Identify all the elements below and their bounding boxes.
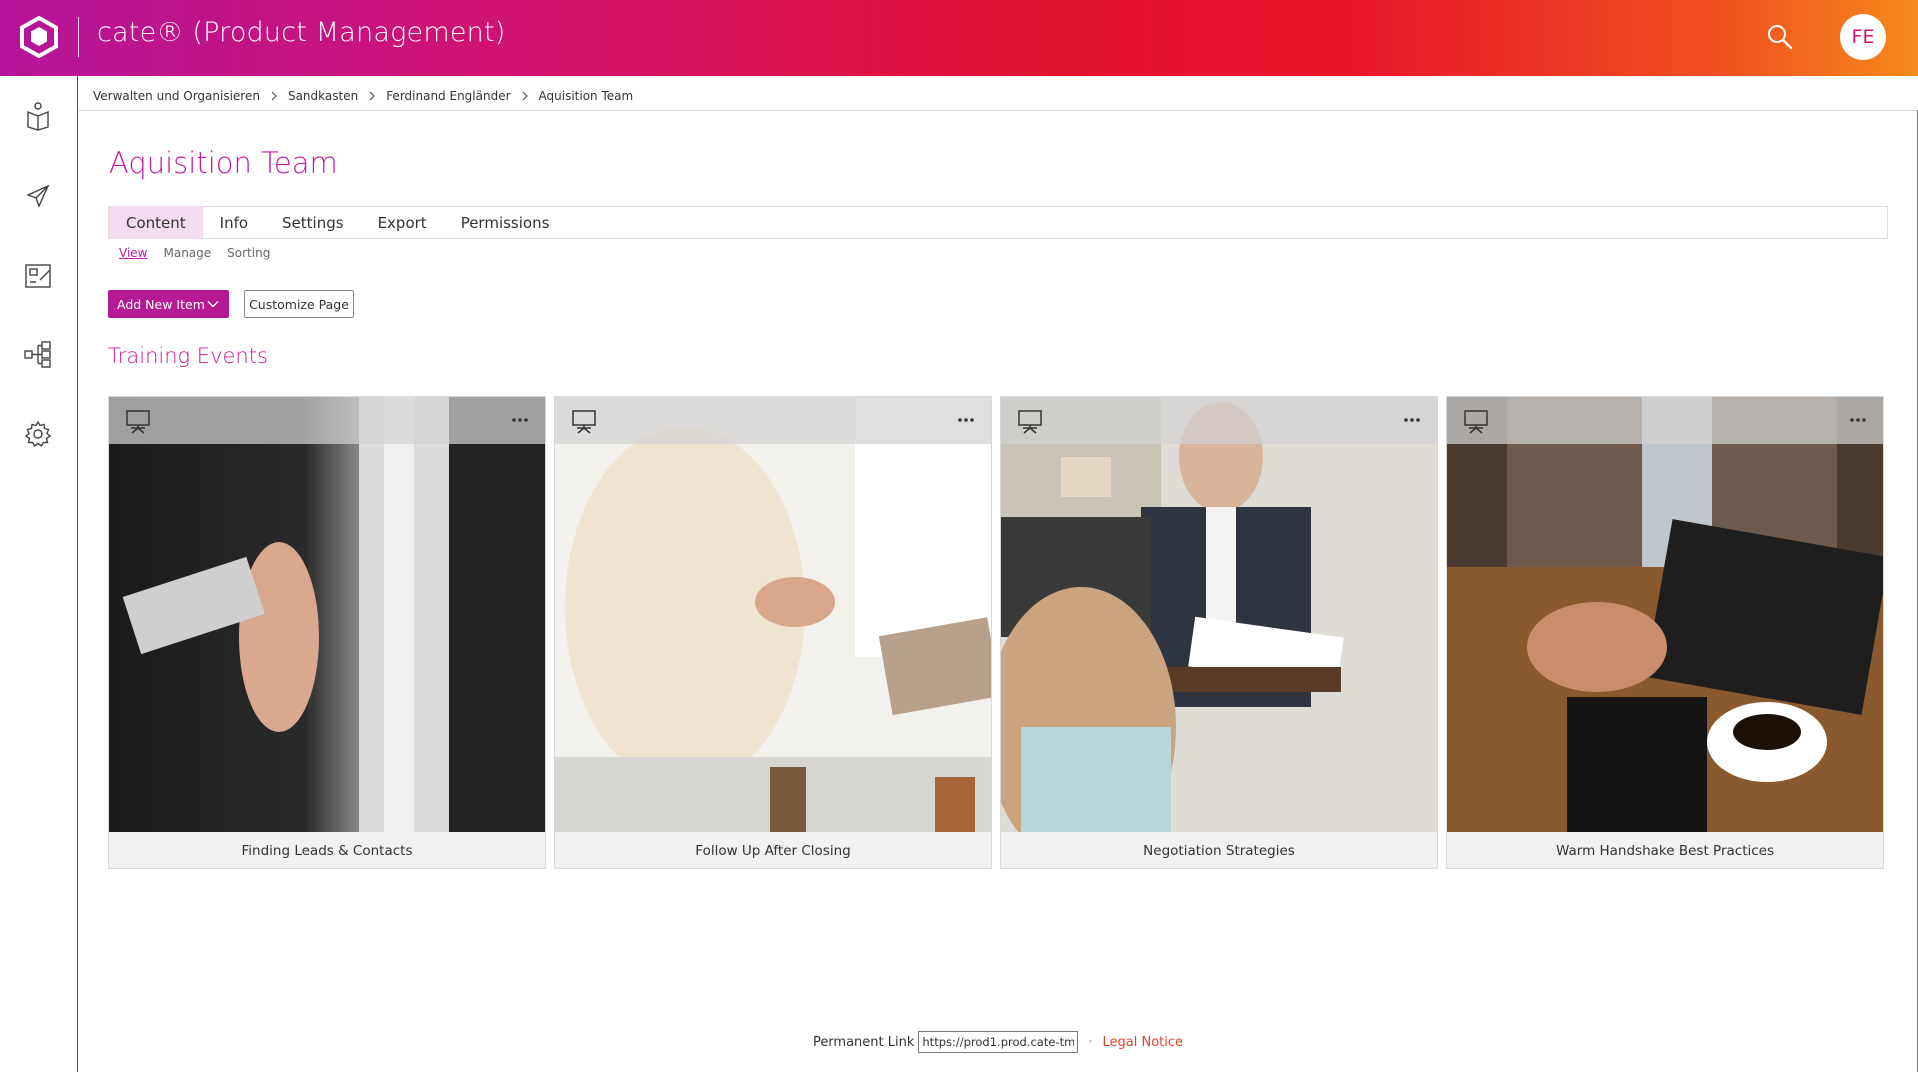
search-icon[interactable] <box>1763 20 1797 54</box>
footer-separator: · <box>1088 1034 1093 1050</box>
card-image <box>109 397 545 832</box>
chevron-right-icon <box>367 91 377 101</box>
training-card[interactable]: Follow Up After Closing <box>554 396 992 869</box>
tab-info[interactable]: Info <box>203 206 265 239</box>
training-card[interactable]: Negotiation Strategies <box>1000 396 1438 869</box>
training-card[interactable]: Finding Leads & Contacts <box>108 396 546 869</box>
legal-notice-link[interactable]: Legal Notice <box>1103 1035 1184 1050</box>
add-new-item-label: Add New Item <box>117 296 205 312</box>
presentation-icon <box>125 409 151 435</box>
card-image <box>1001 397 1437 832</box>
footer: Permanent Link · Legal Notice <box>78 1031 1918 1053</box>
cate-logo-icon[interactable] <box>18 15 60 59</box>
subtab-sorting[interactable]: Sorting <box>227 246 270 260</box>
card-title: Negotiation Strategies <box>1001 832 1437 868</box>
card-header <box>555 397 991 444</box>
card-image <box>555 397 991 832</box>
tab-export[interactable]: Export <box>361 206 444 239</box>
tab-content[interactable]: Content <box>109 206 203 239</box>
page-title: Aquisition Team <box>109 146 338 180</box>
more-options-icon[interactable] <box>1401 411 1423 429</box>
user-avatar[interactable]: FE <box>1840 14 1886 60</box>
card-header <box>109 397 545 444</box>
card-title: Follow Up After Closing <box>555 832 991 868</box>
customize-page-button[interactable]: Customize Page <box>244 290 354 318</box>
card-image <box>1447 397 1883 832</box>
breadcrumb: Verwalten und Organisieren Sandkasten Fe… <box>93 86 633 106</box>
add-new-item-button[interactable]: Add New Item <box>108 290 229 318</box>
top-bar: cate® (Product Management) FE <box>0 0 1918 76</box>
brand-divider <box>78 17 79 57</box>
more-options-icon[interactable] <box>955 411 977 429</box>
presentation-icon <box>1017 409 1043 435</box>
subtab-manage[interactable]: Manage <box>163 246 211 260</box>
card-header <box>1001 397 1437 444</box>
breadcrumb-current: Aquisition Team <box>538 89 634 103</box>
more-options-icon[interactable] <box>1847 411 1869 429</box>
tab-bar: Content Info Settings Export Permissions <box>108 206 1888 239</box>
presentation-icon <box>571 409 597 435</box>
section-title: Training Events <box>108 344 268 368</box>
more-options-icon[interactable] <box>509 411 531 429</box>
permalink-label: Permanent Link <box>812 1034 915 1050</box>
presentation-icon <box>1463 409 1489 435</box>
card-header <box>1447 397 1883 444</box>
structure-icon[interactable] <box>22 338 54 370</box>
app-title: cate® (Product Management) <box>97 17 506 48</box>
permalink-field[interactable] <box>918 1031 1079 1053</box>
training-card[interactable]: Warm Handshake Best Practices <box>1446 396 1884 869</box>
assign-icon[interactable] <box>22 260 54 292</box>
breadcrumb-item[interactable]: Sandkasten <box>288 89 358 103</box>
send-icon[interactable] <box>22 180 54 212</box>
card-title: Finding Leads & Contacts <box>109 832 545 868</box>
card-title: Warm Handshake Best Practices <box>1447 832 1883 868</box>
subtab-bar: View Manage Sorting <box>119 246 270 260</box>
breadcrumb-item[interactable]: Ferdinand Engländer <box>386 89 510 103</box>
tab-settings[interactable]: Settings <box>265 206 361 239</box>
subtab-view[interactable]: View <box>119 246 147 260</box>
chevron-right-icon <box>520 91 530 101</box>
chevron-right-icon <box>269 91 279 101</box>
divider <box>78 110 1918 111</box>
content-frame: Verwalten und Organisieren Sandkasten Fe… <box>78 76 1918 1072</box>
sidebar <box>0 76 78 1072</box>
breadcrumb-item[interactable]: Verwalten und Organisieren <box>93 89 260 103</box>
learning-icon[interactable] <box>22 100 54 132</box>
gear-icon[interactable] <box>22 418 54 450</box>
chevron-down-icon <box>207 298 219 310</box>
tab-permissions[interactable]: Permissions <box>444 206 567 239</box>
